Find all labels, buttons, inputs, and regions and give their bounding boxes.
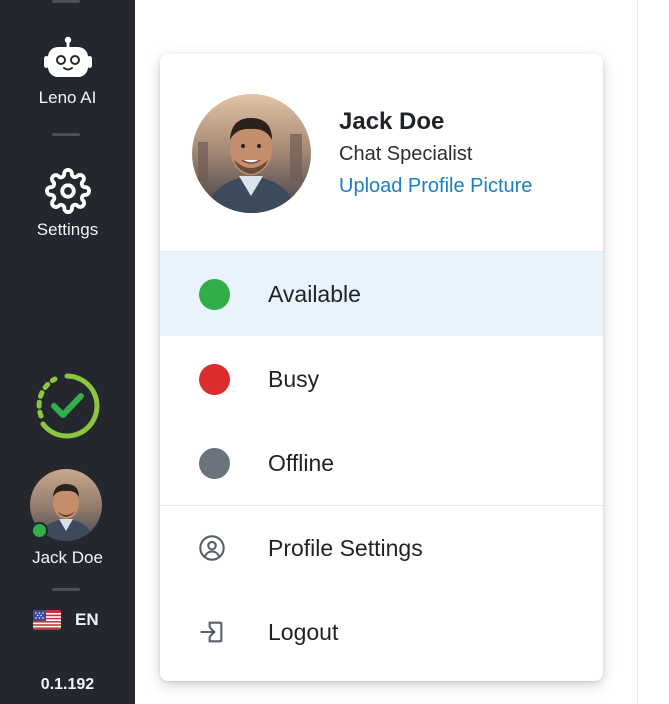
profile-avatar[interactable] xyxy=(192,94,311,213)
upload-profile-picture-link[interactable]: Upload Profile Picture xyxy=(339,175,532,198)
menu-item-label: Logout xyxy=(268,618,339,645)
profile-settings-item[interactable]: Profile Settings xyxy=(160,506,603,590)
profile-header: Jack Doe Chat Specialist Upload Profile … xyxy=(160,54,603,252)
sidebar-item-label: Settings xyxy=(36,220,99,239)
profile-role: Chat Specialist xyxy=(339,143,473,165)
availability-check-icon[interactable] xyxy=(33,372,101,440)
logout-icon xyxy=(200,621,223,643)
status-option-offline[interactable]: Offline xyxy=(160,421,603,505)
status-indicator xyxy=(31,522,48,539)
status-option-label: Available xyxy=(268,280,361,307)
status-option-label: Offline xyxy=(268,449,335,476)
status-dot-gray-icon xyxy=(199,447,230,479)
status-dot-green-icon xyxy=(199,278,230,310)
sidebar: Leno AI Settings Jack Doe EN 0.1.192 xyxy=(0,0,135,704)
menu-item-label: Profile Settings xyxy=(268,534,423,561)
language-selector[interactable]: EN xyxy=(33,610,99,630)
sidebar-user-name: Jack Doe xyxy=(32,548,103,567)
sidebar-divider xyxy=(52,133,80,136)
app-version: 0.1.192 xyxy=(40,676,95,693)
sidebar-divider xyxy=(52,0,80,3)
status-dot-red-icon xyxy=(199,363,230,395)
content-divider xyxy=(637,0,638,704)
profile-name: Jack Doe xyxy=(339,108,445,135)
status-option-available[interactable]: Available xyxy=(160,252,603,336)
sidebar-item-settings[interactable]: Settings xyxy=(0,168,135,240)
user-circle-icon xyxy=(199,535,225,561)
sidebar-item-leno-ai[interactable]: Leno AI xyxy=(0,36,135,108)
status-option-label: Busy xyxy=(268,365,320,392)
sidebar-item-label: Leno AI xyxy=(38,88,97,107)
profile-dropdown-menu: Jack Doe Chat Specialist Upload Profile … xyxy=(160,54,603,681)
robot-icon xyxy=(43,36,92,77)
gear-icon xyxy=(44,168,91,214)
language-code: EN xyxy=(75,610,99,629)
sidebar-divider xyxy=(52,588,80,591)
us-flag-icon xyxy=(33,610,61,630)
logout-item[interactable]: Logout xyxy=(160,590,603,674)
status-option-busy[interactable]: Busy xyxy=(160,337,603,421)
